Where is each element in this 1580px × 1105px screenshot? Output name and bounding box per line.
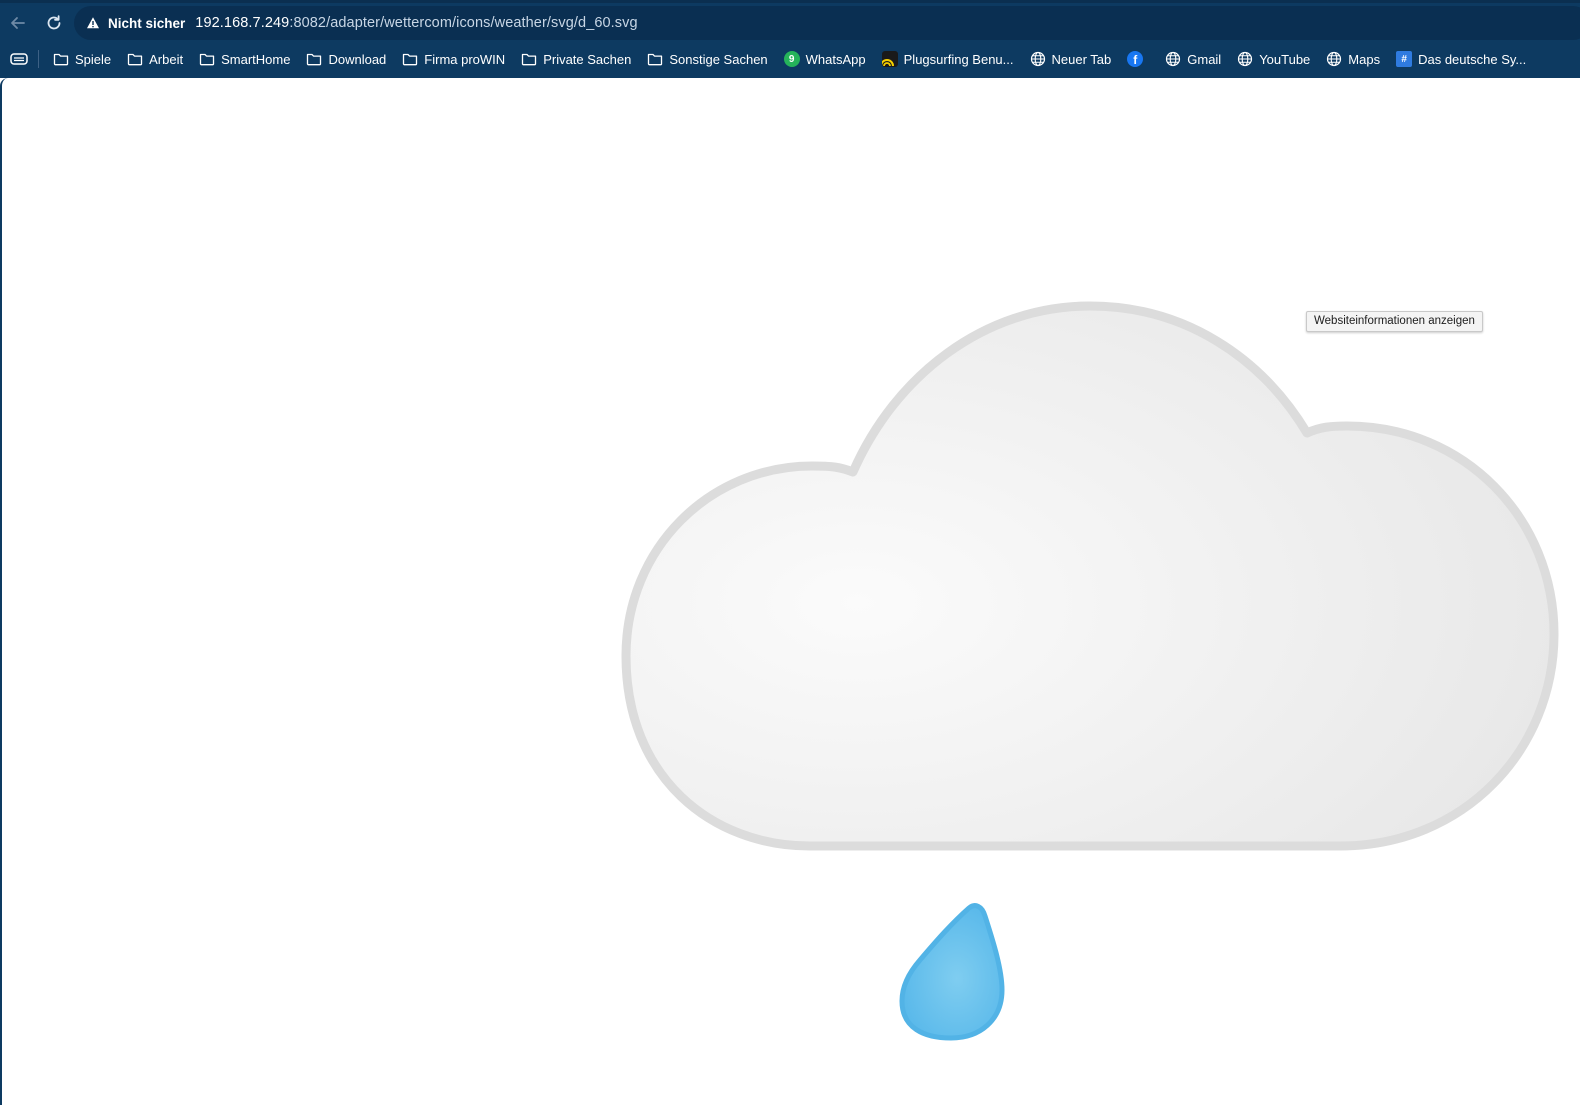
bookmark-facebook[interactable]: f [1119, 46, 1157, 72]
bookmark-label: Download [328, 51, 387, 67]
bookmark-das-deutsche-sy[interactable]: # Das deutsche Sy... [1388, 46, 1534, 72]
bookmark-label: Spiele [75, 51, 112, 67]
bookmark-label: Das deutsche Sy... [1418, 51, 1527, 67]
folder-icon [199, 53, 215, 66]
warning-icon [87, 17, 99, 29]
folder-icon [53, 53, 69, 66]
bookmark-arbeit[interactable]: Arbeit [119, 46, 191, 72]
site-info-tooltip: Websiteinformationen anzeigen [1306, 311, 1483, 332]
browser-toolbar: Nicht sicher 192.168.7.249:8082/adapter/… [0, 4, 1580, 42]
bookmark-plugsurfing-benu[interactable]: Plugsurfing Benu... [874, 46, 1022, 72]
raindrop-shape [899, 903, 1005, 1041]
bookmarks-separator [38, 50, 39, 68]
url-text[interactable]: 192.168.7.249:8082/adapter/wettercom/ico… [195, 15, 637, 31]
tab-strip-edge [0, 0, 1580, 3]
page-content [0, 78, 1580, 1105]
whatsapp-icon: 9 [783, 51, 800, 67]
folder-icon [307, 53, 322, 66]
bookmark-label: Maps [1348, 51, 1381, 67]
reload-button[interactable] [39, 8, 69, 38]
url-host: 192.168.7.249 [195, 15, 290, 31]
site-info-chip[interactable]: Nicht sicher [82, 10, 193, 36]
facebook-icon: f [1127, 51, 1144, 67]
rain-cloud-icon [621, 301, 1559, 1041]
arrow-left-icon [11, 17, 25, 29]
bookmark-maps[interactable]: Maps [1318, 46, 1388, 72]
bookmark-label: Neuer Tab [1051, 51, 1112, 67]
folder-icon [403, 53, 418, 66]
bookmark-spiele[interactable]: Spiele [45, 46, 119, 72]
bookmark-sonstige-sachen[interactable]: Sonstige Sachen [639, 46, 775, 72]
bookmark-label: SmartHome [221, 51, 291, 67]
bookmark-label: Gmail [1187, 51, 1222, 67]
folder-icon [648, 53, 663, 66]
bookmark-label: Sonstige Sachen [669, 51, 768, 67]
bookmarks-bar: Spiele Arbeit SmartHome Download Firma proWI… [0, 44, 1580, 74]
reload-icon [47, 15, 61, 30]
address-bar[interactable]: Nicht sicher 192.168.7.249:8082/adapter/… [74, 6, 1580, 40]
cloud-shape [621, 301, 1559, 851]
url-path: :8082/adapter/wettercom/icons/weather/sv… [289, 15, 638, 31]
bookmark-neuer-tab[interactable]: Neuer Tab [1022, 46, 1120, 72]
bookmark-youtube[interactable]: YouTube [1229, 46, 1318, 72]
bookmark-label: Firma proWIN [424, 51, 506, 67]
tab-search-button[interactable] [2, 47, 36, 71]
das-deutsche-icon: # [1396, 51, 1413, 67]
bookmark-list: Spiele Arbeit SmartHome Download Firma proWI… [45, 46, 1534, 72]
folder-icon [522, 53, 537, 66]
bookmark-firma-prowin[interactable]: Firma proWIN [394, 46, 513, 72]
globe-icon [1030, 51, 1045, 67]
folder-icon [127, 53, 143, 66]
bookmark-label: WhatsApp [805, 51, 866, 67]
globe-icon [1166, 51, 1181, 67]
tabs-icon [10, 53, 28, 65]
browser-chrome: Nicht sicher 192.168.7.249:8082/adapter/… [0, 0, 1580, 78]
bookmark-label: Arbeit [149, 51, 184, 67]
bookmark-whatsapp[interactable]: 9 WhatsApp [776, 46, 874, 72]
bookmark-label: YouTube [1259, 51, 1311, 67]
bookmark-label: Private Sachen [543, 51, 632, 67]
security-label: Nicht sicher [108, 15, 186, 31]
globe-icon [1238, 51, 1253, 67]
back-button[interactable] [3, 8, 33, 38]
bookmark-gmail[interactable]: Gmail [1157, 46, 1229, 72]
bookmark-smarthome[interactable]: SmartHome [191, 46, 298, 72]
bookmark-label: Plugsurfing Benu... [903, 51, 1014, 67]
bookmark-download[interactable]: Download [298, 46, 394, 72]
globe-icon [1327, 51, 1342, 67]
plugsurfing-icon [881, 51, 898, 67]
bookmark-private-sachen[interactable]: Private Sachen [513, 46, 639, 72]
